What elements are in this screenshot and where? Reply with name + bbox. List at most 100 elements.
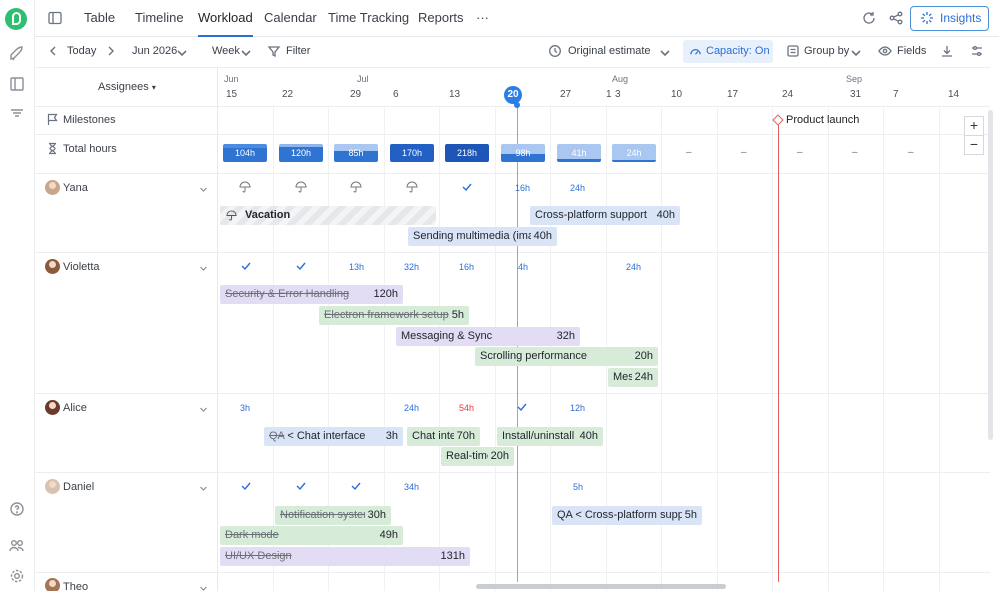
tab-workload[interactable]: Workload (198, 10, 253, 37)
fields-button[interactable]: Fields (897, 45, 926, 57)
task-bar[interactable]: QA < Chat interface 3h (264, 427, 403, 446)
settings-icon[interactable] (8, 567, 26, 585)
task-prefix: QA (269, 430, 285, 442)
chevron-left-icon[interactable] (46, 44, 60, 58)
group-by-button[interactable]: Group by (804, 45, 849, 57)
capacity-toggle[interactable]: Capacity: On (683, 40, 773, 63)
task-hours: 40h (576, 427, 598, 446)
task-hours: 40h (530, 227, 552, 246)
task-bar[interactable]: Cross-platform support 40h (530, 206, 680, 225)
workload-hours: 16h (515, 183, 531, 193)
task-hours: 5h (681, 506, 697, 525)
chevron-down-icon[interactable] (199, 582, 208, 591)
task-bar[interactable]: Install/uninstall p 40h (497, 427, 603, 446)
chevron-down-icon[interactable] (199, 183, 208, 192)
person-name: Theo (63, 581, 89, 591)
zoom-out-button[interactable]: − (964, 135, 984, 155)
task-bar[interactable]: Security & Error Handling 120h (220, 285, 403, 304)
workload-hours: 3h (240, 403, 251, 413)
chevron-down-icon (658, 46, 670, 57)
team-icon[interactable] (8, 537, 26, 555)
total-hours-bar[interactable]: 120h (279, 144, 323, 162)
task-bar[interactable]: Sending multimedia (imag 40h (408, 227, 557, 246)
diamond-icon (772, 114, 784, 126)
today-marker: 20 (504, 86, 522, 104)
filter-lines-icon[interactable] (8, 104, 26, 122)
task-name: Install/uninstall p (502, 430, 584, 442)
chevron-down-icon[interactable] (199, 482, 208, 491)
estimate-select[interactable]: Original estimate (568, 45, 651, 57)
sidebar-toggle-icon[interactable] (47, 10, 63, 26)
total-hours-bar[interactable]: 24h (612, 144, 656, 162)
total-hours-bar[interactable]: 104h (223, 144, 267, 162)
total-hours-bar[interactable]: 170h (390, 144, 434, 162)
avatar (45, 400, 60, 415)
book-icon[interactable] (8, 75, 26, 93)
tab-timeline[interactable]: Timeline (135, 10, 184, 37)
filter-icon[interactable] (267, 44, 281, 58)
toolbar: Today Jun 2026 Week Filter Original esti… (35, 37, 999, 67)
avatar (45, 479, 60, 494)
month-label: Jul (357, 74, 369, 84)
refresh-icon[interactable] (861, 10, 877, 26)
horizontal-scrollbar[interactable] (476, 584, 726, 589)
assignees-sort[interactable]: Assignees ▾ (98, 81, 156, 93)
task-hours: 120h (370, 285, 398, 304)
view-tabs-bar: Table Timeline Workload Calendar Time Tr… (35, 0, 999, 37)
task-bar[interactable]: Dark mode 49h (220, 526, 403, 545)
tab-calendar[interactable]: Calendar (264, 10, 317, 37)
rocket-icon[interactable] (8, 45, 26, 63)
download-icon[interactable] (940, 44, 954, 58)
today-button[interactable]: Today (67, 45, 96, 57)
task-bar[interactable]: Chat inte 70h (407, 427, 480, 446)
month-label: Aug (612, 74, 629, 84)
zoom-in-button[interactable]: + (964, 116, 984, 136)
task-bar[interactable]: Real-time 20h (441, 447, 514, 466)
task-name: Security & Error Handling (225, 288, 350, 300)
task-bar[interactable]: QA < Cross-platform suppor 5h (552, 506, 702, 525)
vertical-scrollbar[interactable] (988, 110, 993, 440)
app-logo[interactable] (5, 8, 27, 30)
total-hours-bar[interactable]: 85h (334, 144, 378, 162)
task-bar[interactable]: Electron framework setup 5h (319, 306, 469, 325)
day-label: 15 (226, 89, 238, 100)
task-bar[interactable]: Messaging & Sync 32h (396, 327, 580, 346)
task-bar[interactable]: UI/UX Design 131h (220, 547, 470, 566)
share-icon[interactable] (888, 10, 904, 26)
total-hours-empty: – (686, 147, 692, 158)
week-separator (717, 107, 718, 591)
milestone[interactable]: Product launch (772, 114, 859, 126)
assignees-label: Assignees (98, 81, 149, 93)
insights-button[interactable]: Insights (910, 6, 989, 31)
vacation-block[interactable]: Vacation (220, 206, 436, 225)
task-bar[interactable]: Mes 24h (608, 368, 658, 387)
task-bar[interactable]: Scrolling performance 20h (475, 347, 658, 366)
task-bar[interactable]: Notification system 30h (275, 506, 391, 525)
task-name: Scrolling performance (480, 350, 587, 362)
tab-time-tracking[interactable]: Time Tracking (328, 10, 409, 37)
day-label: 10 (671, 89, 683, 100)
help-icon[interactable] (8, 500, 26, 518)
total-hours-bar[interactable]: 218h (445, 144, 489, 162)
total-hours-bar[interactable]: 98h (501, 144, 545, 162)
umbrella-icon (406, 181, 418, 195)
task-name: Electron framework setup (324, 309, 449, 321)
chevron-right-icon[interactable] (104, 44, 118, 58)
workload-app: Table Timeline Workload Calendar Time Tr… (0, 0, 999, 591)
umbrella-icon (295, 181, 307, 195)
filter-button[interactable]: Filter (286, 45, 310, 57)
tab-table[interactable]: Table (84, 10, 115, 37)
more-tabs-button[interactable]: ··· (476, 10, 489, 37)
hourglass-icon (46, 142, 59, 155)
chevron-down-icon[interactable] (199, 262, 208, 271)
avatar (45, 259, 60, 274)
chevron-down-icon[interactable] (199, 403, 208, 412)
sliders-icon[interactable] (970, 44, 984, 58)
workload-hours: 24h (404, 403, 420, 413)
workload-hours: 24h (570, 183, 586, 193)
tab-reports[interactable]: Reports (418, 10, 464, 37)
view-scale-select[interactable]: Week (212, 45, 240, 57)
eye-icon (878, 44, 892, 58)
date-picker[interactable]: Jun 2026 (132, 45, 177, 57)
total-hours-bar[interactable]: 41h (557, 144, 601, 162)
